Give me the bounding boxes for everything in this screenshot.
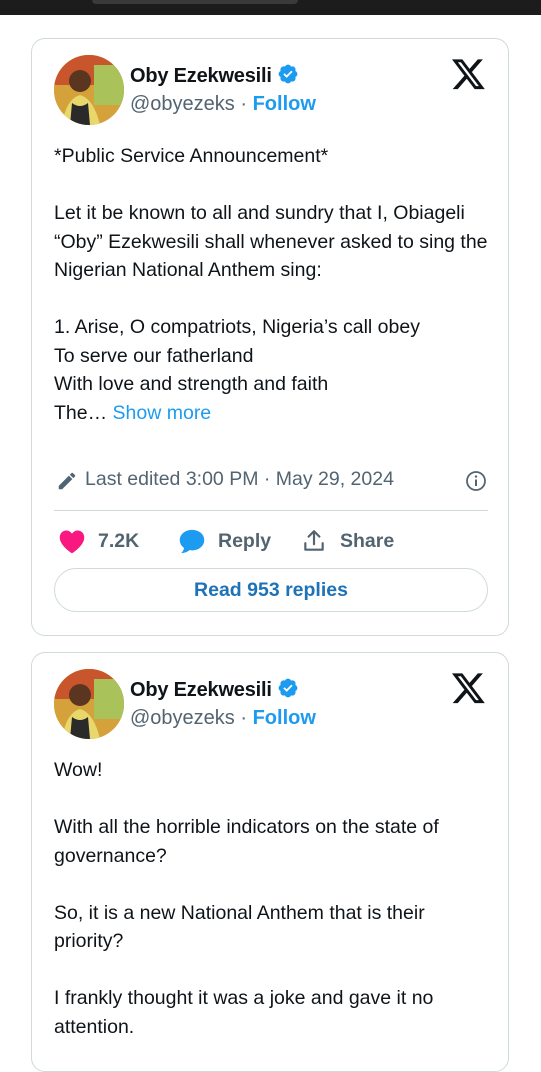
author-handle[interactable]: @obyezeks — [130, 707, 235, 729]
author-handle[interactable]: @obyezeks — [130, 93, 235, 115]
author-handle-row: @obyezeks · Follow — [130, 93, 316, 116]
anthem-line: With love and strength and faith — [54, 373, 329, 395]
author-name[interactable]: Oby Ezekwesili — [130, 63, 299, 91]
tweet-paragraph: I frankly thought it was a joke and gave… — [54, 987, 434, 1038]
tweet-text: Wow! With all the horrible indicators on… — [54, 756, 494, 1070]
x-logo-icon[interactable] — [452, 673, 486, 710]
tweet-card[interactable]: Oby Ezekwesili @obyezeks · Follow Wow! W… — [31, 652, 509, 1072]
follow-button[interactable]: Follow — [253, 707, 316, 729]
tweet-card[interactable]: Oby Ezekwesili @obyezeks · Follow *Publi… — [31, 38, 509, 636]
anthem-line: 1. Arise, O compatriots, Nigeria’s call … — [54, 316, 420, 338]
status-bar — [0, 0, 541, 15]
reply-bubble-icon — [178, 528, 206, 554]
reply-button[interactable]: Reply — [178, 523, 271, 559]
tweet-paragraph: So, it is a new National Anthem that is … — [54, 901, 425, 953]
edit-pencil-icon — [56, 470, 78, 498]
tweet-paragraph: With all the horrible indicators on the … — [54, 816, 439, 867]
status-bar-notch — [92, 0, 298, 4]
share-button[interactable]: Share — [300, 523, 394, 559]
author-handle-row: @obyezeks · Follow — [130, 707, 316, 730]
reply-label: Reply — [218, 529, 272, 552]
separator-dot: · — [240, 707, 248, 729]
follow-button[interactable]: Follow — [253, 93, 316, 115]
verified-badge-icon — [277, 677, 299, 705]
show-more-link[interactable]: Show more — [113, 402, 212, 424]
like-button[interactable]: 7.2K — [58, 523, 139, 559]
verified-badge-icon — [277, 63, 299, 91]
last-edited-timestamp[interactable]: Last edited 3:00 PM · May 29, 2024 — [85, 468, 394, 491]
tweet-paragraph: *Public Service Announcement* — [54, 145, 329, 167]
separator-dot: · — [240, 93, 248, 115]
like-count: 7.2K — [98, 529, 140, 552]
tweet-paragraph: Let it be known to all and sundry that I… — [54, 202, 488, 281]
tweet-text: *Public Service Announcement* Let it be … — [54, 142, 494, 427]
info-icon[interactable] — [464, 469, 488, 499]
read-replies-button[interactable]: Read 953 replies — [54, 568, 488, 612]
tweet-paragraph: Wow! — [54, 759, 103, 781]
anthem-line: To serve our fatherland — [54, 344, 254, 367]
tweet-actions: 7.2K Reply Share — [54, 523, 488, 559]
share-label: Share — [340, 529, 395, 552]
divider — [54, 510, 488, 511]
share-upload-icon — [300, 528, 328, 554]
author-name[interactable]: Oby Ezekwesili — [130, 677, 299, 705]
heart-icon — [58, 528, 86, 554]
x-logo-icon[interactable] — [452, 59, 486, 96]
avatar[interactable] — [54, 55, 124, 125]
tweet-meta: Last edited 3:00 PM · May 29, 2024 — [54, 467, 488, 495]
truncated-line: The… Show more — [54, 401, 212, 424]
avatar[interactable] — [54, 669, 124, 739]
